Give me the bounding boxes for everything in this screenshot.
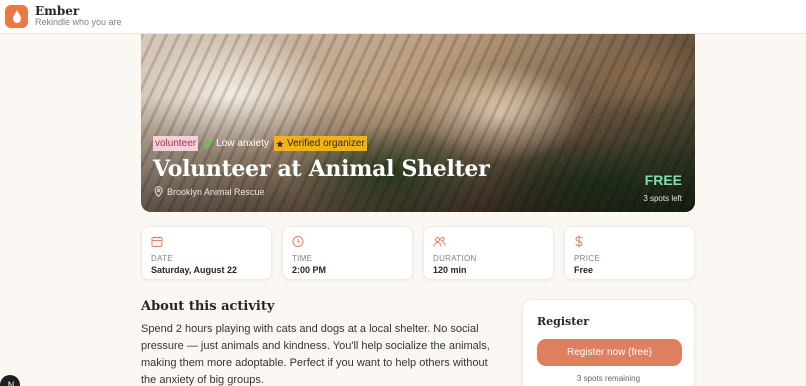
dollar-icon (575, 235, 583, 248)
price-label: PRICE (574, 254, 600, 263)
app-tagline: Rekindle who you are (35, 17, 122, 28)
clock-icon (292, 236, 304, 247)
info-cards: DATE Saturday, August 22 TIME 2:00 PM DU… (141, 226, 695, 280)
location: Brooklyn Animal Rescue (154, 186, 265, 197)
brand: Ember Rekindle who you are (35, 4, 122, 28)
leaf-icon (204, 139, 213, 148)
tag-volunteer: volunteer (153, 136, 199, 151)
tag-low-anxiety: Low anxiety (201, 136, 271, 151)
tag-verified-organizer: Verified organizer (273, 136, 367, 151)
time-value: 2:00 PM (292, 265, 327, 275)
spots-remaining: 3 spots remaining (576, 374, 641, 383)
location-label: Brooklyn Animal Rescue (167, 186, 265, 197)
map-pin-icon (154, 186, 163, 197)
activity-title: Volunteer at Animal Shelter (153, 156, 490, 182)
people-icon (433, 236, 446, 247)
register-heading: Register (537, 315, 590, 328)
calendar-icon (151, 236, 163, 247)
price-value: Free (574, 265, 594, 275)
star-icon (276, 139, 284, 148)
tag-low-anxiety-label: Low anxiety (216, 138, 269, 149)
floating-n-button[interactable]: N (0, 375, 20, 386)
duration-label: DURATION (433, 254, 477, 263)
date-card: DATE Saturday, August 22 (141, 226, 272, 280)
time-label: TIME (292, 254, 313, 263)
price-block: FREE 3 spots left (643, 172, 682, 206)
tag-list: volunteer Low anxiety Verified organizer (153, 136, 367, 151)
price-card: PRICE Free (564, 226, 695, 280)
hero-banner: volunteer Low anxiety Verified organizer… (141, 34, 695, 212)
date-label: DATE (151, 254, 173, 263)
register-panel: Register Register now (free) 3 spots rem… (522, 299, 695, 386)
top-bar: Ember Rekindle who you are (0, 0, 806, 34)
price-badge: FREE (644, 172, 682, 188)
flame-logo-icon[interactable] (5, 5, 28, 28)
duration-card: DURATION 120 min (423, 226, 554, 280)
register-button[interactable]: Register now (free) (537, 339, 682, 366)
about-heading: About this activity (141, 299, 275, 314)
tag-verified-label: Verified organizer (286, 138, 365, 149)
date-value: Saturday, August 22 (151, 265, 238, 275)
time-card: TIME 2:00 PM (282, 226, 413, 280)
about-description: Spend 2 hours playing with cats and dogs… (141, 323, 490, 386)
spots-left: 3 spots left (643, 194, 682, 203)
duration-value: 120 min (433, 265, 467, 275)
